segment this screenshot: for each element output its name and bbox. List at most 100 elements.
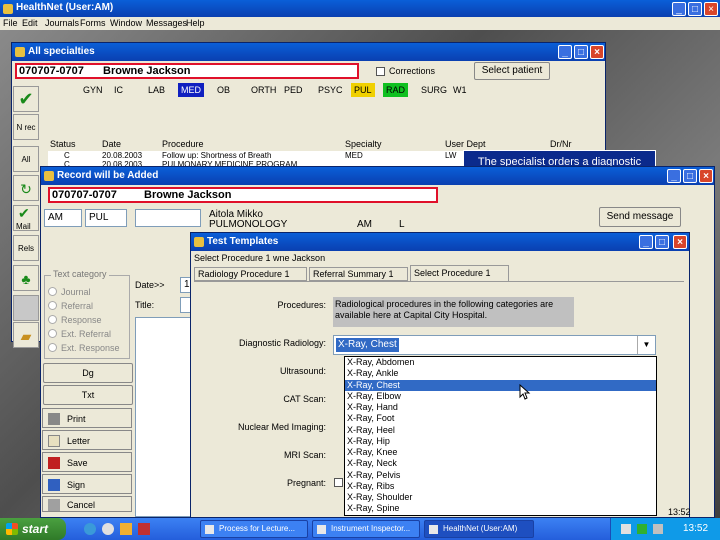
letter-button[interactable]: Letter bbox=[42, 430, 132, 450]
tab-ob[interactable]: OB bbox=[214, 83, 233, 97]
cancel-icon bbox=[48, 499, 60, 511]
list-item[interactable]: X-Ray, Knee bbox=[345, 447, 656, 458]
app-close-button[interactable]: × bbox=[704, 2, 718, 16]
green-figure-icon[interactable]: ♣ bbox=[13, 265, 39, 291]
radio-response[interactable]: Response bbox=[48, 314, 102, 326]
tab-w1[interactable]: W1 bbox=[450, 83, 470, 97]
diagnostic-radiology-value: X-Ray, Chest bbox=[336, 338, 399, 352]
sign-button[interactable]: Sign bbox=[42, 474, 132, 494]
menu-journals[interactable]: Journals bbox=[45, 17, 79, 30]
tab-med[interactable]: MED bbox=[178, 83, 204, 97]
save-button[interactable]: Save bbox=[42, 452, 132, 472]
list-item[interactable]: X-Ray, Shoulder bbox=[345, 492, 656, 503]
printer-icon bbox=[48, 413, 60, 425]
tab-rad[interactable]: RAD bbox=[383, 83, 409, 97]
menu-edit[interactable]: Edit bbox=[22, 17, 38, 30]
record-patient-box[interactable]: 070707-0707 Browne Jackson bbox=[48, 187, 438, 203]
tab-surg[interactable]: SURG bbox=[418, 83, 450, 97]
radio-journal[interactable]: Journal bbox=[48, 286, 91, 298]
extra-field[interactable] bbox=[135, 209, 201, 227]
pregnant-checkbox[interactable] bbox=[334, 478, 343, 487]
list-item[interactable]: X-Ray, Ribs bbox=[345, 481, 656, 492]
window-icon bbox=[44, 171, 54, 181]
record-minimize-button[interactable]: _ bbox=[667, 169, 681, 183]
user-code-field[interactable]: AM bbox=[44, 209, 82, 227]
radio-ext-referral[interactable]: Ext. Referral bbox=[48, 328, 111, 340]
app-minimize-button[interactable]: _ bbox=[672, 2, 686, 16]
cancel-button[interactable]: Cancel bbox=[42, 496, 132, 512]
radio-referral[interactable]: Referral bbox=[48, 300, 93, 312]
tab-lab[interactable]: LAB bbox=[145, 83, 168, 97]
tab-pul[interactable]: PUL bbox=[351, 83, 375, 97]
txt-button[interactable]: Txt bbox=[43, 385, 133, 405]
task-process-lecture[interactable]: Process for Lecture... bbox=[200, 520, 308, 538]
record-titlebar: Record will be Added _ □ × bbox=[41, 167, 714, 185]
document-icon bbox=[205, 525, 214, 534]
quicklaunch-media-icon[interactable] bbox=[102, 523, 114, 535]
refresh-icon[interactable]: ↻ bbox=[13, 175, 39, 201]
tab-orth[interactable]: ORTH bbox=[248, 83, 279, 97]
tray-icon[interactable] bbox=[621, 524, 631, 534]
tab-radiology-procedure[interactable]: Radiology Procedure 1 bbox=[194, 267, 307, 281]
patient-box[interactable]: 070707-0707 Browne Jackson bbox=[15, 63, 359, 79]
tt-maximize-button[interactable]: □ bbox=[655, 235, 669, 249]
tab-referral-summary[interactable]: Referral Summary 1 bbox=[309, 267, 408, 281]
menu-file[interactable]: File bbox=[3, 17, 18, 30]
record-close-button[interactable]: × bbox=[699, 169, 713, 183]
mail-button[interactable]: ✔ Mail bbox=[13, 205, 39, 231]
menu-messages[interactable]: Messages bbox=[146, 17, 187, 30]
tab-ic[interactable]: IC bbox=[111, 83, 126, 97]
send-message-button[interactable]: Send message bbox=[599, 207, 681, 227]
record-maximize-button[interactable]: □ bbox=[683, 169, 697, 183]
list-item[interactable]: X-Ray, Heel bbox=[345, 425, 656, 436]
tab-psyc[interactable]: PSYC bbox=[315, 83, 346, 97]
tray-icon[interactable] bbox=[653, 524, 663, 534]
corrections-checkbox[interactable] bbox=[376, 67, 385, 76]
dg-button[interactable]: Dg bbox=[43, 363, 133, 383]
list-item[interactable]: X-Ray, Neck bbox=[345, 458, 656, 469]
select-patient-button[interactable]: Select patient bbox=[474, 62, 550, 80]
print-button[interactable]: Print bbox=[42, 408, 132, 428]
record-text-area[interactable] bbox=[135, 317, 193, 517]
record-icon[interactable] bbox=[13, 295, 39, 321]
list-item[interactable]: X-Ray, Ankle bbox=[345, 368, 656, 379]
task-instrument-inspector[interactable]: Instrument Inspector... bbox=[312, 520, 420, 538]
menu-forms[interactable]: Forms bbox=[80, 17, 106, 30]
tt-close-button[interactable]: × bbox=[673, 235, 687, 249]
quicklaunch-app-icon[interactable] bbox=[138, 523, 150, 535]
app-icon bbox=[429, 525, 438, 534]
list-item-selected[interactable]: X-Ray, Chest bbox=[345, 379, 656, 391]
rels-button[interactable]: Rels bbox=[13, 235, 39, 261]
quicklaunch-desktop-icon[interactable] bbox=[120, 523, 132, 535]
tray-icon[interactable] bbox=[637, 524, 647, 534]
specialties-close-button[interactable]: × bbox=[590, 45, 604, 59]
list-item[interactable]: X-Ray, Hand bbox=[345, 402, 656, 413]
list-item[interactable]: X-Ray, Hip bbox=[345, 436, 656, 447]
app-maximize-button[interactable]: □ bbox=[688, 2, 702, 16]
menu-window[interactable]: Window bbox=[110, 17, 142, 30]
start-button[interactable]: start bbox=[0, 518, 66, 540]
list-item[interactable]: X-Ray, Foot bbox=[345, 413, 656, 424]
chevron-down-icon[interactable]: ▼ bbox=[637, 336, 655, 354]
radio-ext-response[interactable]: Ext. Response bbox=[48, 342, 120, 354]
tt-minimize-button[interactable]: _ bbox=[639, 235, 653, 249]
tab-gyn[interactable]: GYN bbox=[80, 83, 106, 97]
specialties-maximize-button[interactable]: □ bbox=[574, 45, 588, 59]
dept-code-field[interactable]: PUL bbox=[85, 209, 127, 227]
list-item[interactable]: X-Ray, Spine bbox=[345, 503, 656, 514]
list-item[interactable]: X-Ray, Elbow bbox=[345, 391, 656, 402]
menu-help[interactable]: Help bbox=[186, 17, 205, 30]
list-item[interactable]: X-Ray, Pelvis bbox=[345, 470, 656, 481]
list-item[interactable]: X-Ray, Abdomen bbox=[345, 357, 656, 368]
diagnostic-radiology-dropdown[interactable]: X-Ray, Abdomen X-Ray, Ankle X-Ray, Chest… bbox=[344, 356, 657, 516]
check-icon[interactable]: ✔ bbox=[13, 86, 39, 112]
task-healthnet[interactable]: HealthNet (User:AM) bbox=[424, 520, 534, 538]
tab-select-procedure[interactable]: Select Procedure 1 bbox=[410, 265, 509, 281]
tab-ped[interactable]: PED bbox=[281, 83, 306, 97]
folder-icon[interactable]: ▰ bbox=[13, 322, 39, 348]
quicklaunch-ie-icon[interactable] bbox=[84, 523, 96, 535]
specialties-minimize-button[interactable]: _ bbox=[558, 45, 572, 59]
new-record-button[interactable]: N rec bbox=[13, 114, 39, 140]
diagnostic-radiology-select[interactable]: X-Ray, Chest ▼ bbox=[333, 335, 656, 355]
all-button[interactable]: All bbox=[13, 146, 39, 172]
